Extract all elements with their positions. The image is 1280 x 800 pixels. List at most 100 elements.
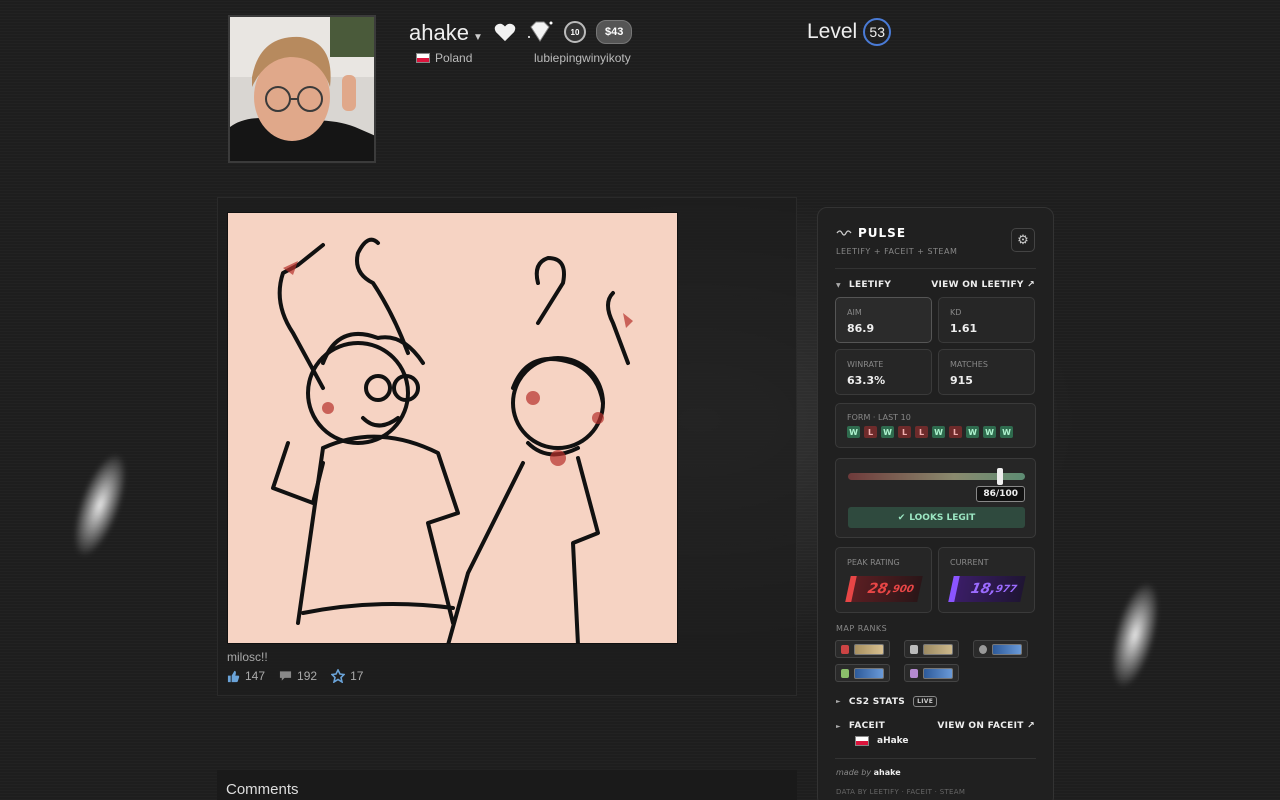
current-rating-minor: 977 <box>994 583 1018 595</box>
matches-label: MATCHES <box>950 360 988 369</box>
background-glow <box>1101 576 1169 694</box>
rank-emblem <box>923 667 953 679</box>
expand-triangle-icon: ► <box>836 698 841 705</box>
current-rating-label: CURRENT <box>950 558 989 567</box>
diamond-icon[interactable] <box>526 19 554 45</box>
country-name: Poland <box>435 51 473 65</box>
map-rank[interactable] <box>835 640 890 658</box>
comments-section: Comments <box>217 770 797 800</box>
aim-stat[interactable]: AIM 86.9 <box>835 297 932 343</box>
form-result-chip: W <box>983 426 996 438</box>
map-icon <box>910 644 918 654</box>
poland-flag-icon <box>416 53 430 63</box>
made-by-prefix: made by <box>836 768 872 777</box>
current-rating-badge: 18, 977 <box>948 576 1026 602</box>
current-rating-major: 18, <box>969 581 998 597</box>
faceit-section-header[interactable]: ► FACEIT VIEW ON FACEIT ↗ <box>836 721 1035 731</box>
made-by: made by ahake <box>836 768 901 777</box>
aim-value: 86.9 <box>847 322 875 335</box>
profile-badges: 10 $43 <box>494 19 633 45</box>
awards-count: 17 <box>350 669 364 683</box>
checkmark-icon: ✔ <box>897 512 906 523</box>
form-result-chip: W <box>932 426 945 438</box>
map-icon <box>841 668 849 678</box>
map-icon <box>841 644 849 654</box>
peak-rating-minor: 900 <box>891 583 915 595</box>
winrate-label: WINRATE <box>847 360 884 369</box>
steam-level[interactable]: Level 53 <box>807 18 892 46</box>
form-chips: WLWLLWLWWW <box>847 426 1013 438</box>
collapse-triangle-icon: ▼ <box>836 281 841 289</box>
form-last-10: FORM · LAST 10 WLWLLWLWWW <box>835 403 1036 448</box>
matches-stat[interactable]: MATCHES 915 <box>938 349 1035 395</box>
map-pin-icon <box>979 644 987 654</box>
kd-value: 1.61 <box>950 322 978 335</box>
avatar[interactable] <box>228 15 376 163</box>
legit-slider <box>848 468 1025 485</box>
real-name: lubiepingwinyikoty <box>534 51 631 65</box>
cs2-stats-section-header[interactable]: ► CS2 STATS LIVE <box>836 696 1035 707</box>
kd-stat[interactable]: KD 1.61 <box>938 297 1035 343</box>
artwork-title[interactable]: milosc!! <box>227 650 268 664</box>
chevron-down-icon[interactable]: ▼ <box>473 32 483 43</box>
peak-rating-major: 28, <box>866 581 895 597</box>
winrate-stat[interactable]: WINRATE 63.3% <box>835 349 932 395</box>
made-by-author[interactable]: ahake <box>874 768 901 777</box>
rank-emblem <box>854 643 884 655</box>
faceit-username: aHake <box>877 736 909 746</box>
form-result-chip: L <box>949 426 962 438</box>
level-label: Level <box>807 20 858 43</box>
current-rating[interactable]: CURRENT 18, 977 <box>938 547 1035 613</box>
map-icon <box>910 668 918 678</box>
form-result-chip: W <box>966 426 979 438</box>
looks-legit-label: LOOKS LEGIT <box>909 512 976 523</box>
form-label: FORM · LAST 10 <box>847 413 911 422</box>
view-on-leetify-link[interactable]: VIEW ON LEETIFY ↗ <box>931 280 1035 290</box>
pulse-title: PULSE <box>858 226 907 240</box>
heart-icon[interactable] <box>494 22 516 42</box>
background-glow <box>62 446 138 564</box>
faceit-label: FACEIT <box>848 721 886 731</box>
artwork-image[interactable] <box>227 212 678 644</box>
artwork-stats: 147 192 17 <box>227 669 363 683</box>
peak-rating-badge: 28, 900 <box>845 576 923 602</box>
form-result-chip: L <box>915 426 928 438</box>
years-badge[interactable]: 10 <box>564 21 586 43</box>
rank-emblem <box>992 643 1022 655</box>
map-rank[interactable] <box>904 664 959 682</box>
rank-emblem <box>923 643 953 655</box>
gear-icon: ⚙ <box>1017 232 1029 248</box>
map-rank[interactable] <box>904 640 959 658</box>
expand-triangle-icon: ► <box>836 722 841 730</box>
award-icon <box>331 669 346 683</box>
thumbs-up-icon <box>227 670 240 682</box>
slider-thumb <box>997 468 1004 485</box>
map-rank[interactable] <box>973 640 1028 658</box>
persona-name-text: ahake <box>409 20 469 45</box>
years-badge-value: 10 <box>570 27 580 37</box>
form-result-chip: W <box>847 426 860 438</box>
comments-heading: Comments <box>226 781 299 798</box>
data-sources: DATA BY LEETIFY · FACEIT · STEAM <box>836 788 966 796</box>
comments-count: 192 <box>297 669 318 683</box>
poland-flag-icon <box>855 736 869 746</box>
settings-button[interactable]: ⚙ <box>1011 228 1035 252</box>
comments-stat[interactable]: 192 <box>279 669 317 683</box>
wallet-badge[interactable]: $43 <box>596 20 633 44</box>
map-rank[interactable] <box>835 664 890 682</box>
persona-name[interactable]: ahake ▼ <box>409 20 483 46</box>
faceit-user[interactable]: aHake <box>855 736 909 746</box>
level-badge: 53 <box>863 18 892 46</box>
leetify-section-header[interactable]: ▼ LEETIFY VIEW ON LEETIFY ↗ <box>836 280 1035 290</box>
likes-count: 147 <box>245 669 266 683</box>
looks-legit-button[interactable]: ✔ LOOKS LEGIT <box>848 507 1025 528</box>
map-ranks-label: MAP RANKS <box>836 624 888 633</box>
peak-rating-label: PEAK RATING <box>847 558 900 567</box>
peak-rating[interactable]: PEAK RATING 28, 900 <box>835 547 932 613</box>
likes-stat[interactable]: 147 <box>227 669 265 683</box>
awards-stat[interactable]: 17 <box>331 669 363 683</box>
live-badge: LIVE <box>913 696 938 707</box>
pulse-panel: PULSE LEETIFY + FACEIT + STEAM ⚙ ▼ LEETIF… <box>817 207 1054 800</box>
pulse-header: PULSE LEETIFY + FACEIT + STEAM <box>836 226 957 256</box>
view-on-faceit-link[interactable]: VIEW ON FACEIT ↗ <box>937 721 1035 731</box>
